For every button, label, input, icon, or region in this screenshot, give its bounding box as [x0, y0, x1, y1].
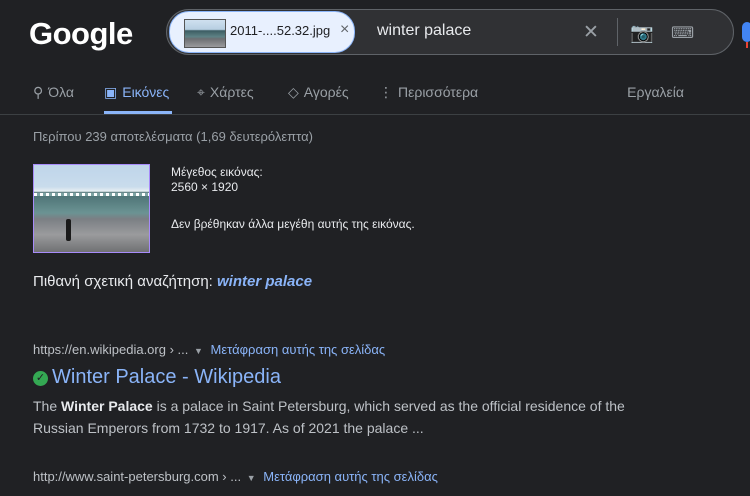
- result-url-text: http://www.saint-petersburg.com › ...: [33, 469, 242, 484]
- search-divider: [617, 18, 618, 46]
- image-search-chip[interactable]: 2011-....52.32.jpg ×: [169, 11, 355, 53]
- tab-images[interactable]: ▣ Εικόνες: [104, 84, 169, 101]
- clear-icon[interactable]: ✕: [583, 21, 599, 44]
- map-pin-icon: ⌖: [197, 84, 205, 100]
- tools-button[interactable]: Εργαλεία: [627, 84, 684, 100]
- snippet-text: The: [33, 398, 62, 414]
- query-image-thumbnail[interactable]: [33, 164, 150, 253]
- result-title-text: Winter Palace - Wikipedia: [52, 366, 281, 388]
- chip-image-thumbnail: [184, 19, 226, 48]
- tab-more[interactable]: ⋮ Περισσότερα: [379, 84, 478, 101]
- tab-images-label: Εικόνες: [122, 84, 170, 100]
- tab-all-label: Όλα: [48, 84, 74, 100]
- tab-shopping[interactable]: ◇ Αγορές: [288, 84, 349, 101]
- snippet-highlight: Winter Palace: [61, 398, 153, 414]
- tab-maps-label: Χάρτες: [209, 84, 254, 100]
- translate-page-link[interactable]: Μετάφραση αυτής της σελίδας: [263, 469, 438, 484]
- result-url: http://www.saint-petersburg.com › ... ▼ …: [33, 469, 438, 484]
- translate-page-link[interactable]: Μετάφραση αυτής της σελίδας: [211, 342, 386, 357]
- header-divider: [0, 114, 750, 115]
- result-url-text: https://en.wikipedia.org › ...: [33, 342, 189, 357]
- camera-icon[interactable]: 📷: [630, 21, 654, 45]
- chip-close-icon[interactable]: ×: [340, 21, 349, 39]
- search-icon: ⚲: [33, 84, 44, 100]
- keyboard-icon[interactable]: ⌨: [671, 23, 694, 43]
- dropdown-triangle-icon[interactable]: ▼: [194, 346, 203, 356]
- related-search: Πιθανή σχετική αναζήτηση: winter palace: [33, 273, 312, 290]
- google-logo[interactable]: Google: [29, 16, 133, 52]
- tab-maps[interactable]: ⌖ Χάρτες: [197, 84, 254, 101]
- tab-shopping-label: Αγορές: [303, 84, 349, 100]
- search-bar[interactable]: 2011-....52.32.jpg × winter palace ✕ 📷 ⌨: [166, 9, 734, 55]
- search-input[interactable]: winter palace: [377, 22, 471, 40]
- verified-check-icon: ✓: [33, 371, 48, 386]
- result-title[interactable]: ✓ Winter Palace - Wikipedia: [33, 366, 281, 389]
- tab-all[interactable]: ⚲ Όλα: [33, 84, 74, 101]
- result-count: Περίπου 239 αποτελέσματα (1,69 δευτερόλε…: [33, 129, 313, 144]
- chip-filename: 2011-....52.32.jpg: [230, 23, 331, 38]
- result-snippet: The Winter Palace is a palace in Saint P…: [33, 395, 633, 439]
- dropdown-triangle-icon[interactable]: ▼: [247, 473, 256, 483]
- image-size-value: 2560 × 1920: [171, 180, 239, 194]
- no-other-sizes-text: Δεν βρέθηκαν άλλα μεγέθη αυτής της εικόν…: [171, 217, 415, 231]
- image-size-label: Μέγεθος εικόνας:: [171, 165, 263, 179]
- more-vert-icon: ⋮: [379, 84, 393, 100]
- related-search-label: Πιθανή σχετική αναζήτηση:: [33, 273, 213, 290]
- tab-more-label: Περισσότερα: [398, 84, 479, 100]
- related-search-link[interactable]: winter palace: [217, 273, 312, 290]
- tag-icon: ◇: [288, 84, 299, 100]
- result-url: https://en.wikipedia.org › ... ▼ Μετάφρα…: [33, 342, 385, 357]
- microphone-icon[interactable]: [742, 22, 750, 48]
- images-icon: ▣: [104, 84, 118, 100]
